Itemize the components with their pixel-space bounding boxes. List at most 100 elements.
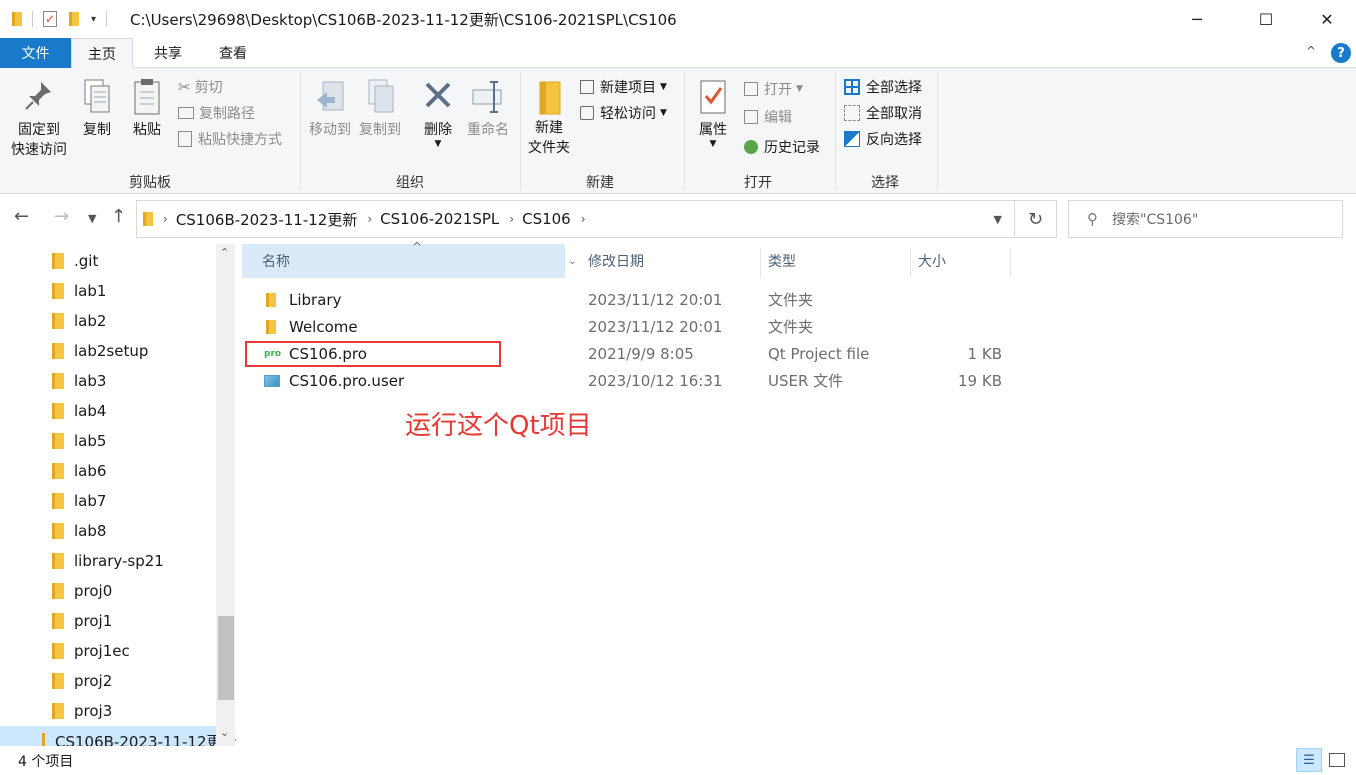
copy-to-button[interactable]: 复制到 bbox=[356, 78, 404, 140]
nav-item[interactable]: lab2 bbox=[0, 306, 216, 336]
file-row[interactable]: CS106.pro.user 2023/10/12 16:31 USER 文件 … bbox=[242, 367, 1012, 394]
new-group-label: 新建 bbox=[586, 175, 614, 191]
nav-item-selected[interactable]: CS106B-2023-11-12更新 bbox=[0, 726, 236, 746]
column-header-type[interactable]: 类型 bbox=[748, 244, 898, 278]
select-none-button[interactable]: 全部取消 bbox=[844, 102, 922, 124]
paste-icon bbox=[134, 79, 160, 115]
nav-item[interactable]: proj3 bbox=[0, 696, 216, 726]
paste-shortcut-button[interactable]: 粘贴快捷方式 bbox=[178, 128, 282, 150]
paste-button[interactable]: 粘贴 bbox=[128, 78, 166, 140]
nav-item[interactable]: proj1ec bbox=[0, 636, 216, 666]
group-separator bbox=[300, 72, 301, 190]
chevron-down-icon: ▼ bbox=[660, 82, 667, 92]
nav-scrollbar-thumb[interactable] bbox=[218, 616, 234, 700]
invert-selection-button[interactable]: 反向选择 bbox=[844, 128, 922, 150]
separator bbox=[32, 11, 33, 27]
rename-button[interactable]: 重命名 bbox=[462, 78, 514, 140]
select-all-button[interactable]: 全部选择 bbox=[844, 76, 922, 98]
folder-icon bbox=[52, 283, 64, 299]
column-header-name[interactable]: 名称 bbox=[242, 244, 564, 278]
column-header-size[interactable]: 大小 bbox=[898, 244, 998, 278]
cut-button[interactable]: ✂ 剪切 bbox=[178, 76, 223, 98]
select-all-icon bbox=[844, 79, 860, 95]
new-folder-quick-icon[interactable] bbox=[69, 12, 79, 26]
minimize-button[interactable]: ─ bbox=[1174, 0, 1220, 38]
breadcrumb-item[interactable]: CS106-2021SPL bbox=[380, 210, 499, 228]
chevron-right-icon[interactable]: › bbox=[163, 212, 168, 226]
nav-item[interactable]: proj2 bbox=[0, 666, 216, 696]
nav-item[interactable]: lab7 bbox=[0, 486, 216, 516]
delete-button[interactable]: 删除 ▼ bbox=[418, 78, 458, 149]
nav-item[interactable]: proj0 bbox=[0, 576, 216, 606]
tab-file[interactable]: 文件 bbox=[0, 38, 71, 68]
address-history-chevron-icon[interactable]: ▼ bbox=[994, 213, 1002, 226]
easy-access-icon bbox=[580, 106, 594, 120]
nav-item[interactable]: lab3 bbox=[0, 366, 216, 396]
delete-x-icon bbox=[425, 82, 451, 108]
tab-home[interactable]: 主页 bbox=[71, 38, 133, 69]
history-button[interactable]: 历史记录 bbox=[744, 136, 820, 158]
nav-item[interactable]: library-sp21 bbox=[0, 546, 216, 576]
forward-arrow-icon[interactable]: → bbox=[54, 206, 69, 227]
new-folder-button[interactable]: 新建 文件夹 bbox=[524, 78, 574, 158]
file-row[interactable]: Welcome 2023/11/12 20:01 文件夹 bbox=[242, 313, 1012, 340]
move-to-icon bbox=[317, 81, 344, 111]
details-view-button[interactable]: ☰ bbox=[1296, 748, 1322, 772]
recent-locations-chevron-icon[interactable]: ▼ bbox=[88, 212, 96, 225]
nav-item[interactable]: lab1 bbox=[0, 276, 216, 306]
chevron-right-icon[interactable]: › bbox=[581, 212, 586, 226]
chevron-right-icon[interactable]: › bbox=[367, 212, 372, 226]
customize-quick-access-icon[interactable]: ▾ bbox=[91, 14, 96, 25]
maximize-button[interactable]: ☐ bbox=[1243, 0, 1289, 38]
nav-item[interactable]: lab2setup bbox=[0, 336, 216, 366]
nav-item[interactable]: lab5 bbox=[0, 426, 216, 456]
organize-group-label: 组织 bbox=[396, 175, 424, 191]
nav-item-label: library-sp21 bbox=[74, 552, 164, 570]
column-divider[interactable] bbox=[1010, 248, 1011, 278]
nav-item[interactable]: .git bbox=[0, 246, 216, 276]
move-to-button[interactable]: 移动到 bbox=[306, 78, 354, 140]
edit-button[interactable]: 编辑 bbox=[744, 106, 792, 128]
back-arrow-icon[interactable]: ← bbox=[14, 206, 29, 227]
nav-item[interactable]: proj1 bbox=[0, 606, 216, 636]
easy-access-button[interactable]: 轻松访问 ▼ bbox=[580, 102, 667, 124]
nav-item[interactable]: lab8 bbox=[0, 516, 216, 546]
file-list-header: 名称 ^ ⌄ 修改日期 类型 大小 bbox=[242, 240, 1012, 278]
pin-to-quick-access-button[interactable]: 固定到 快速访问 bbox=[6, 78, 72, 160]
file-row[interactable]: Library 2023/11/12 20:01 文件夹 bbox=[242, 286, 1012, 313]
tab-share[interactable]: 共享 bbox=[139, 38, 197, 68]
nav-item-label: lab7 bbox=[74, 492, 107, 510]
nav-item[interactable]: lab6 bbox=[0, 456, 216, 486]
scroll-down-chevron-icon[interactable]: ⌄ bbox=[220, 726, 229, 739]
collapse-ribbon-icon[interactable]: ^ bbox=[1306, 44, 1316, 58]
folder-icon bbox=[52, 373, 64, 389]
address-bar[interactable]: › CS106B-2023-11-12更新 › CS106-2021SPL › … bbox=[136, 200, 1015, 238]
close-button[interactable]: ✕ bbox=[1304, 0, 1350, 38]
open-button[interactable]: 打开 ▼ bbox=[744, 78, 803, 100]
properties-check-icon bbox=[700, 80, 726, 114]
nav-item-label: proj3 bbox=[74, 702, 113, 720]
open-icon bbox=[744, 82, 758, 96]
scroll-up-chevron-icon[interactable]: ⌃ bbox=[220, 246, 229, 259]
up-arrow-icon[interactable]: ↑ bbox=[111, 206, 126, 227]
help-icon[interactable]: ? bbox=[1331, 43, 1351, 63]
nav-item-label: lab3 bbox=[74, 372, 107, 390]
folder-icon bbox=[52, 433, 64, 449]
tab-view[interactable]: 查看 bbox=[203, 38, 263, 68]
search-box[interactable]: ⚲ 搜索"CS106" bbox=[1068, 200, 1343, 238]
copy-path-button[interactable]: 复制路径 bbox=[178, 102, 255, 124]
large-icons-view-button[interactable] bbox=[1324, 748, 1350, 772]
folder-icon bbox=[12, 12, 22, 26]
open-label: 打开 bbox=[764, 82, 792, 98]
column-header-modified[interactable]: 修改日期 bbox=[568, 244, 758, 278]
refresh-button[interactable]: ↻ bbox=[1015, 200, 1057, 238]
folder-icon bbox=[52, 253, 64, 269]
breadcrumb-item[interactable]: CS106B-2023-11-12更新 bbox=[176, 209, 358, 230]
new-item-button[interactable]: 新建项目 ▼ bbox=[580, 76, 667, 98]
properties-quick-icon[interactable]: ✓ bbox=[43, 11, 57, 27]
copy-button[interactable]: 复制 bbox=[78, 78, 116, 140]
properties-button[interactable]: 属性 ▼ bbox=[692, 78, 734, 149]
breadcrumb-item[interactable]: CS106 bbox=[522, 210, 571, 228]
nav-item[interactable]: lab4 bbox=[0, 396, 216, 426]
chevron-right-icon[interactable]: › bbox=[509, 212, 514, 226]
